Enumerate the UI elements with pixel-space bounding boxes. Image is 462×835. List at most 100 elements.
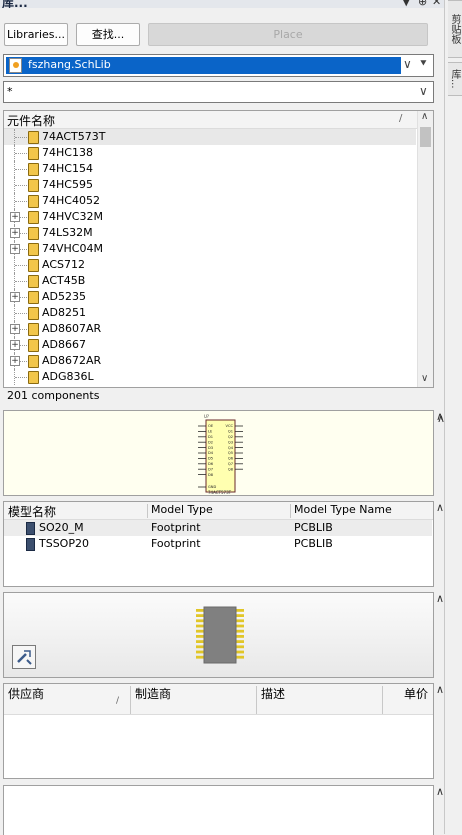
sort-icon: / — [399, 113, 403, 124]
component-row[interactable]: ACT45B — [4, 273, 416, 289]
expand-icon[interactable]: + — [10, 324, 20, 334]
expand-icon[interactable]: + — [10, 244, 20, 254]
supplier-header: 供应商 / 制造商 描述 单价 — [4, 684, 433, 715]
expand-icon[interactable]: + — [10, 356, 20, 366]
component-list: 元件名称 / 74ACT573T 74HC138 74HC154 74HC595 74H… — [3, 110, 434, 388]
component-row[interactable]: +74LS32M — [4, 225, 416, 241]
component-row[interactable]: 74HC4052 — [4, 193, 416, 209]
component-row[interactable]: ADG836L — [4, 369, 416, 385]
component-row[interactable]: 74HC154 — [4, 161, 416, 177]
component-row[interactable]: 74HC595 — [4, 177, 416, 193]
model-row[interactable]: SO20_M Footprint PCBLIB — [4, 520, 432, 536]
scrollbar-thumb[interactable] — [420, 127, 431, 147]
component-row[interactable]: 74HC138 — [4, 145, 416, 161]
component-name: 74HC138 — [42, 146, 93, 159]
model-type-header[interactable]: Model Type — [151, 503, 213, 516]
component-icon — [28, 163, 39, 176]
footprint-model-icon — [26, 538, 35, 551]
library-select-value: fszhang.SchLib — [6, 57, 401, 74]
collapse-supplier-icon[interactable]: ∧ — [436, 683, 444, 696]
component-icon — [28, 339, 39, 352]
component-name: ACT45B — [42, 274, 86, 287]
expand-icon[interactable]: + — [10, 340, 20, 350]
expand-icon[interactable]: + — [10, 228, 20, 238]
supplier-table: 供应商 / 制造商 描述 单价 — [3, 683, 434, 779]
search-button[interactable]: 查找... — [76, 23, 140, 46]
manufacturer-header-cell[interactable]: 制造商 — [135, 685, 171, 702]
component-list-scrollbar[interactable]: ∧ ∨ — [417, 111, 433, 387]
footprint-preview — [3, 592, 434, 678]
component-name: 74HC595 — [42, 178, 93, 191]
schematic-pin-label: Q7 — [228, 462, 233, 466]
unit-price-header-cell[interactable]: 单价 — [404, 685, 428, 702]
component-name: AD8672AR — [42, 354, 102, 367]
schematic-pin-label: D6 — [208, 462, 214, 466]
expand-icon[interactable]: + — [10, 212, 20, 222]
component-icon — [28, 147, 39, 160]
side-tab-clipboard[interactable]: 剪贴板 — [448, 0, 462, 58]
schematic-pin-label: D7 — [208, 467, 213, 471]
description-header-cell[interactable]: 描述 — [261, 685, 285, 702]
collapse-preview-icon[interactable]: ∧ — [436, 410, 444, 423]
schlib-document-icon — [9, 58, 22, 73]
schematic-pin-label: Q3 — [228, 440, 233, 444]
supplier-header-cell[interactable]: 供应商 — [8, 685, 44, 702]
panel-title: 库... — [2, 0, 28, 8]
component-row[interactable]: + AD8672AR — [4, 353, 416, 369]
expand-icon[interactable]: + — [10, 292, 20, 302]
component-row[interactable]: ACS712 — [4, 257, 416, 273]
schematic-pin-label: Q5 — [228, 451, 233, 455]
close-icon[interactable]: ✕ — [432, 0, 441, 8]
model-rows: SO20_M Footprint PCBLIB TSSOP20 Footprint PCB… — [4, 520, 433, 560]
footprint-graphic — [196, 606, 244, 664]
schematic-preview: U? 74ACT573T OE LE D1 D2 D3 D4 D5 D6 D7 D8 GND VCC Q… — [3, 410, 445, 496]
component-icon — [28, 259, 39, 272]
library-select[interactable]: fszhang.SchLib ∨ ⯆ — [3, 54, 434, 77]
component-name: AD8607AR — [42, 322, 102, 335]
component-icon — [28, 323, 39, 336]
filter-input[interactable]: * ∨ — [3, 81, 434, 103]
sort-icon: / — [116, 696, 120, 706]
scroll-down-icon[interactable]: ∨ — [421, 373, 428, 384]
schematic-pin-label: D3 — [208, 446, 213, 450]
component-icon — [28, 355, 39, 368]
place-button[interactable]: Place — [148, 23, 428, 46]
component-row[interactable]: AD8251 — [4, 305, 416, 321]
component-row[interactable]: + AD8607AR — [4, 321, 416, 337]
component-row[interactable]: + AD8667 — [4, 337, 416, 353]
component-list-header[interactable]: 元件名称 / — [4, 111, 417, 129]
component-name-header[interactable]: 元件名称 — [7, 112, 55, 129]
model-name-header[interactable]: 模型名称 — [8, 503, 56, 520]
component-name: ACS712 — [42, 258, 85, 271]
pcb-3d-view-icon[interactable] — [12, 645, 36, 669]
component-name: AD8667 — [42, 338, 86, 351]
scroll-up-icon[interactable]: ∧ — [421, 111, 428, 122]
component-icon — [28, 179, 39, 192]
schematic-pin-label: D8 — [208, 473, 214, 477]
component-row[interactable]: 74ACT573T — [4, 129, 416, 145]
component-icon — [28, 131, 39, 144]
collapse-models-icon[interactable]: ∧ — [436, 501, 444, 514]
component-row[interactable]: +74VHC04M — [4, 241, 416, 257]
chevron-down-icon[interactable]: ∨ — [419, 84, 428, 98]
side-tab-library[interactable]: 库... — [448, 62, 462, 96]
libraries-button[interactable]: Libraries... — [4, 23, 68, 46]
triangle-down-icon[interactable]: ▼ — [402, 0, 410, 8]
component-icon — [28, 291, 39, 304]
component-row[interactable]: + AD5235 — [4, 289, 416, 305]
side-tab-strip: 剪贴板 库... — [444, 0, 462, 834]
collapse-footprint-icon[interactable]: ∧ — [436, 592, 444, 605]
component-row[interactable]: +74HVC32M — [4, 209, 416, 225]
collapse-details-icon[interactable]: ∧ — [436, 785, 444, 798]
model-name-cell: TSSOP20 — [39, 537, 89, 550]
component-name: 74ACT573T — [42, 130, 106, 143]
model-row[interactable]: TSSOP20 Footprint PCBLIB — [4, 536, 432, 552]
chevron-down-icon[interactable]: ∨ — [403, 57, 412, 71]
component-rows: 74ACT573T 74HC138 74HC154 74HC595 74HC4052 +7… — [4, 129, 417, 387]
schematic-symbol: U? 74ACT573T OE LED1D2 D3D4 D5D6D7 D8 GND VCC Q… — [198, 414, 243, 495]
pin-icon[interactable]: ⊕ — [418, 0, 427, 8]
model-type-cell: Footprint — [151, 537, 201, 550]
dropdown-arrow-icon[interactable]: ⯆ — [419, 57, 428, 71]
model-type-name-header[interactable]: Model Type Name — [294, 503, 392, 516]
component-name: AD5235 — [42, 290, 86, 303]
